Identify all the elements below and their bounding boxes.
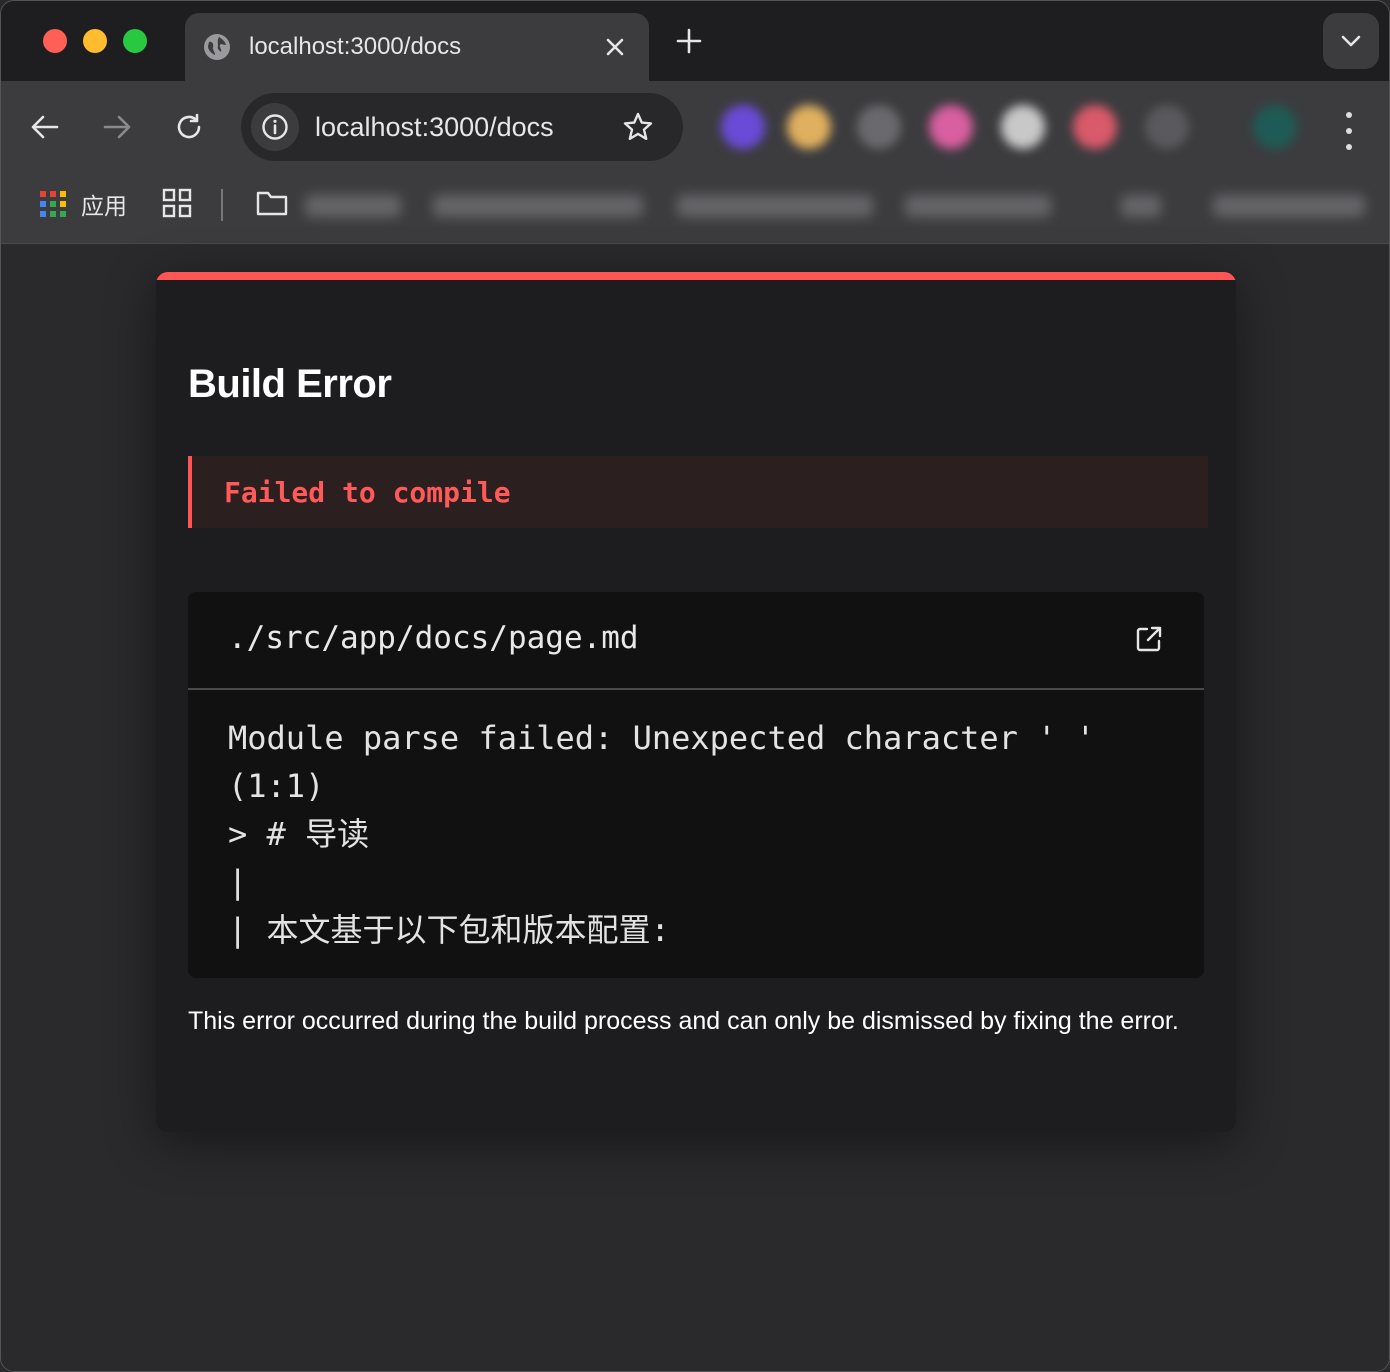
bookmark-blurred[interactable] [1213, 195, 1365, 217]
error-subtitle: Failed to compile [224, 475, 511, 509]
tab-strip: localhost:3000/docs [1, 1, 1389, 81]
bookmark-blurred[interactable] [1121, 195, 1161, 217]
window-controls [43, 29, 147, 53]
tab-title: localhost:3000/docs [249, 33, 462, 60]
error-dialog: Build Error Failed to compile ./src/app/… [156, 272, 1236, 1132]
bookmark-separator [221, 189, 223, 221]
extension-icon[interactable] [1073, 105, 1117, 149]
error-footer-text: This error occurred during the build pro… [188, 1007, 1179, 1035]
folder-icon [256, 191, 288, 216]
browser-window: localhost:3000/docs localhost:3000/docs … [0, 0, 1390, 1372]
tab-groups-button[interactable] [161, 187, 193, 224]
chevron-down-icon [1341, 35, 1361, 47]
tab-search-button[interactable] [1323, 13, 1379, 69]
info-icon [262, 114, 288, 140]
star-icon [623, 112, 653, 140]
external-link-icon [1136, 626, 1162, 652]
close-icon [606, 38, 624, 56]
forward-button[interactable] [99, 109, 135, 145]
bookmark-button[interactable] [621, 110, 655, 144]
extension-icon[interactable] [1001, 105, 1045, 149]
error-accent-bar [156, 272, 1236, 280]
bookmark-blurred[interactable] [433, 195, 643, 217]
globe-icon [204, 34, 230, 60]
plus-icon [676, 28, 702, 54]
bookmark-folder[interactable] [255, 189, 289, 222]
arrow-left-icon [31, 115, 59, 139]
file-path: ./src/app/docs/page.md [228, 620, 639, 656]
bookmark-apps[interactable]: 应用 [39, 187, 127, 221]
reload-icon [177, 113, 201, 139]
error-title: Build Error [188, 362, 392, 406]
error-message: Module parse failed: Unexpected characte… [228, 719, 1095, 949]
reload-button[interactable] [171, 109, 207, 145]
site-info-button[interactable] [251, 103, 299, 151]
arrow-right-icon [103, 115, 131, 139]
new-tab-button[interactable] [673, 25, 705, 57]
bookmark-blurred[interactable] [905, 195, 1051, 217]
code-frame: ./src/app/docs/page.md Module parse fail… [188, 592, 1204, 978]
extension-icon[interactable] [1145, 105, 1189, 149]
tab-active[interactable]: localhost:3000/docs [185, 13, 649, 81]
browser-toolbar: localhost:3000/docs [1, 81, 1389, 173]
extension-icon[interactable] [787, 105, 831, 149]
minimize-window-button[interactable] [83, 29, 107, 53]
extension-icon[interactable] [929, 105, 973, 149]
back-button[interactable] [27, 109, 63, 145]
error-callout: Failed to compile [188, 456, 1208, 528]
close-window-button[interactable] [43, 29, 67, 53]
apps-grid-icon [40, 191, 66, 217]
address-text[interactable]: localhost:3000/docs [315, 112, 621, 143]
page-content: Build Error Failed to compile ./src/app/… [1, 244, 1389, 1371]
grid-icon [162, 188, 192, 218]
profile-avatar[interactable] [1253, 105, 1297, 149]
bookmark-blurred[interactable] [677, 195, 873, 217]
address-bar[interactable]: localhost:3000/docs [241, 93, 683, 161]
kebab-icon[interactable] [1343, 109, 1355, 150]
open-in-editor-button[interactable] [1134, 624, 1164, 654]
close-tab-button[interactable] [601, 33, 629, 61]
extension-icon[interactable] [857, 105, 901, 149]
bookmark-apps-label: 应用 [81, 193, 127, 219]
code-frame-header: ./src/app/docs/page.md [188, 592, 1204, 690]
bookmark-blurred[interactable] [305, 195, 401, 217]
bookmarks-bar: 应用 [1, 173, 1389, 244]
extension-icon[interactable] [721, 105, 765, 149]
maximize-window-button[interactable] [123, 29, 147, 53]
